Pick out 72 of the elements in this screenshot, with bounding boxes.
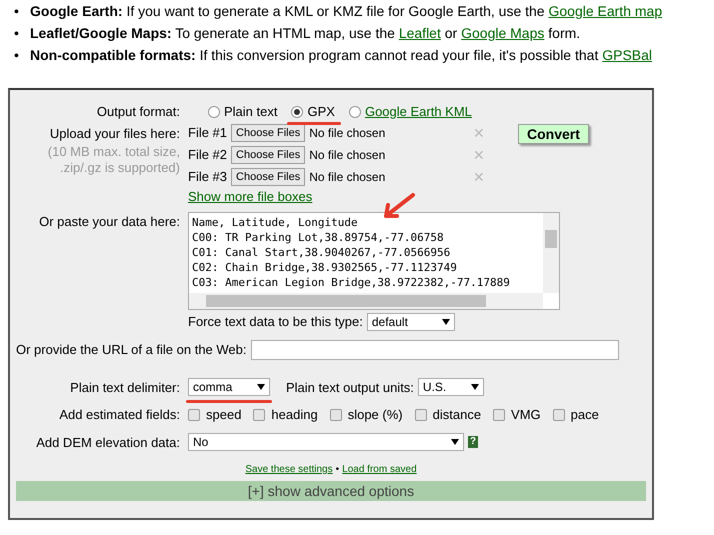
- bullet-marker: •: [14, 46, 20, 65]
- dropdown-caret-icon: [451, 438, 459, 444]
- link[interactable]: GPSBal: [602, 47, 652, 63]
- advanced-options-toggle[interactable]: [+] show advanced options: [16, 481, 646, 501]
- text-line: C01: Canal Start,38.9040267,-77.0566956: [192, 245, 452, 260]
- checkbox-label: distance: [432, 406, 482, 424]
- field-label: Upload your files here:: [50, 126, 180, 141]
- units-select[interactable]: U.S.: [418, 378, 484, 396]
- horizontal-scrollbar[interactable]: [189, 293, 543, 309]
- file-label: File #1: [188, 124, 228, 142]
- dropdown-caret-icon: [257, 384, 265, 390]
- link[interactable]: Save these settings: [245, 462, 333, 477]
- file-status: No file chosen: [309, 125, 386, 142]
- checkbox-label: pace: [570, 406, 599, 424]
- delimiter-select[interactable]: comma: [188, 378, 270, 396]
- dem-select[interactable]: No: [188, 432, 464, 450]
- checkbox[interactable]: [552, 408, 565, 421]
- type-select[interactable]: default: [366, 312, 455, 331]
- link[interactable]: Google Earth map: [548, 3, 662, 19]
- bullet-marker: •: [14, 24, 20, 43]
- radio-label: Plain text: [224, 103, 278, 121]
- dropdown-caret-icon: [470, 384, 479, 390]
- choose-files-button[interactable]: Choose Files: [231, 124, 306, 142]
- radio-button[interactable]: [291, 106, 304, 118]
- radio-button[interactable]: [208, 106, 220, 118]
- choose-files-button[interactable]: Choose Files: [231, 168, 306, 186]
- file-status: No file chosen: [309, 169, 386, 186]
- link[interactable]: Google Earth KML: [364, 102, 472, 122]
- file-label: File #2: [188, 146, 228, 164]
- checkbox[interactable]: [253, 408, 266, 421]
- link[interactable]: Google Maps: [461, 25, 544, 41]
- checkbox-label: slope (%): [348, 406, 403, 424]
- field-label: Plain text output units:: [286, 378, 414, 397]
- checkbox[interactable]: [493, 408, 506, 421]
- choose-files-button[interactable]: Choose Files: [231, 146, 306, 164]
- link[interactable]: Leaflet: [398, 25, 441, 41]
- file-label: File #3: [188, 168, 228, 186]
- bullet-text: Leaflet/Google Maps: To generate an HTML map, use the Leaflet or Google Maps form.: [30, 24, 580, 43]
- field-label: Add DEM elevation data:: [36, 434, 180, 450]
- hint-text: (10 MB max. total size, .zip/.gz is supported): [46, 144, 180, 176]
- field-label: Or paste your data here:: [39, 214, 180, 229]
- url-field[interactable]: [250, 340, 619, 360]
- bullet-text: Non-compatible formats: If this conversion program cannot read your file, it's possible that GPSBal: [30, 46, 652, 65]
- field-label: Plain text delimiter:: [70, 380, 180, 394]
- radio-label: GPX: [307, 103, 335, 121]
- checkbox[interactable]: [188, 408, 200, 421]
- field-label: Force text data to be this type:: [188, 313, 363, 331]
- link[interactable]: Load from saved: [342, 462, 417, 477]
- text-area[interactable]: Name, Latitude, Longitude C00: TR Parking Lot,38.89754,-77.06758 C01: Canal Start,38.9040267,-77.0566956 C02: Chain Bridge,38.9302565,-77.1123749 C03: American Legion Bridge,38.9722382,-77.17889: [188, 212, 560, 310]
- field-label: Add estimated fields:: [59, 407, 180, 422]
- dropdown-caret-icon: [442, 318, 450, 325]
- checkbox-label: speed: [206, 406, 242, 424]
- separator-text: •: [336, 463, 340, 477]
- annotation-underline: [287, 122, 341, 125]
- text-line: C00: TR Parking Lot,38.89754,-77.06758: [192, 230, 445, 245]
- text-line: Name, Latitude, Longitude: [192, 215, 359, 230]
- file-status: No file chosen: [309, 147, 386, 164]
- checkbox[interactable]: [414, 408, 427, 421]
- link[interactable]: Show more file boxes: [188, 190, 312, 204]
- vertical-scrollbar[interactable]: [543, 213, 559, 293]
- checkbox-label: heading: [271, 406, 318, 424]
- convert-button[interactable]: Convert: [518, 124, 589, 144]
- bullet-marker: •: [14, 2, 20, 21]
- checkbox-label: VMG: [511, 406, 541, 424]
- radio-button[interactable]: [348, 106, 361, 118]
- field-label: Or provide the URL of a file on the Web:: [16, 340, 247, 359]
- help-button[interactable]: ?: [468, 436, 478, 448]
- text-line: C03: American Legion Bridge,38.9722382,-77.17889: [192, 275, 511, 290]
- text-line: C02: Chain Bridge,38.9302565,-77.1123749: [192, 260, 458, 275]
- bullet-text: Google Earth: If you want to generate a KML or KMZ file for Google Earth, use the Google Earth map: [30, 2, 662, 21]
- checkbox[interactable]: [330, 408, 342, 421]
- field-label: Output format:: [96, 104, 180, 119]
